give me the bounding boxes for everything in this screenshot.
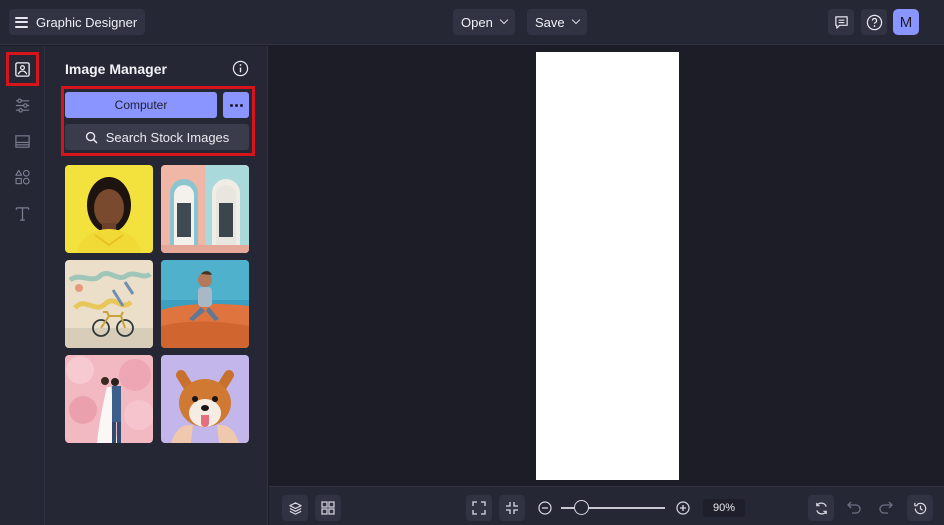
actual-size-button[interactable]	[499, 495, 525, 521]
chevron-down-icon	[499, 15, 509, 25]
man-desert-image	[161, 260, 249, 348]
bicycle-mural-image	[65, 260, 153, 348]
layers-icon	[288, 501, 302, 515]
shiba-dog-image	[161, 355, 249, 443]
more-icon	[229, 103, 243, 107]
top-bar: Graphic Designer Open Save M	[0, 0, 944, 45]
thumb-shiba-dog[interactable]	[161, 355, 249, 443]
rail-item-background[interactable]	[6, 124, 39, 158]
layers-button[interactable]	[282, 495, 308, 521]
hamburger-icon	[15, 16, 28, 28]
save-label: Save	[535, 14, 565, 30]
panel-title: Image Manager	[65, 61, 167, 77]
search-stock-images-button[interactable]: Search Stock Images	[65, 124, 249, 150]
rail-item-images[interactable]	[6, 52, 39, 86]
sliders-icon	[15, 98, 30, 112]
compress-icon	[506, 502, 518, 514]
thumb-man-desert[interactable]	[161, 260, 249, 348]
grid-button[interactable]	[315, 495, 341, 521]
open-button[interactable]: Open	[453, 9, 515, 35]
comments-button[interactable]	[828, 9, 854, 35]
image-manager-panel: Image Manager Computer Search Stock Imag…	[45, 46, 268, 525]
zoom-out-icon[interactable]	[538, 501, 552, 515]
artboard[interactable]	[536, 52, 679, 480]
comment-icon	[834, 15, 848, 29]
save-button[interactable]: Save	[527, 9, 587, 35]
redo-icon[interactable]	[878, 500, 894, 514]
rail-item-graphics[interactable]	[6, 160, 39, 194]
app-menu-button[interactable]: Graphic Designer	[9, 9, 146, 35]
rail-item-text[interactable]	[6, 196, 39, 230]
history-button[interactable]	[907, 495, 933, 521]
refresh-icon	[815, 501, 827, 515]
image-icon	[15, 61, 30, 77]
refresh-button[interactable]	[808, 495, 834, 521]
bottom-toolbar: 90%	[269, 486, 944, 525]
computer-upload-button[interactable]: Computer	[65, 92, 217, 118]
zoom-in-icon[interactable]	[676, 501, 690, 515]
chevron-down-icon	[571, 15, 580, 25]
zoom-slider-handle[interactable]	[574, 500, 589, 515]
thumb-couple-blossoms[interactable]	[65, 355, 153, 443]
canvas-area[interactable]	[269, 46, 944, 486]
rail-item-adjustments[interactable]	[6, 88, 39, 122]
thumb-portrait-woman[interactable]	[65, 165, 153, 253]
grid-icon	[321, 501, 335, 515]
pink-doors-image	[161, 165, 249, 253]
user-avatar[interactable]: M	[893, 9, 919, 35]
text-icon	[15, 206, 30, 221]
help-icon	[866, 14, 882, 30]
portrait-woman-image	[65, 165, 153, 253]
avatar-initial: M	[899, 13, 913, 31]
fit-to-screen-button[interactable]	[466, 495, 492, 521]
history-icon	[913, 502, 926, 514]
search-icon	[85, 131, 98, 143]
shapes-icon	[15, 169, 30, 184]
app-title: Graphic Designer	[36, 14, 138, 30]
more-options-button[interactable]	[223, 92, 249, 118]
open-label: Open	[461, 14, 493, 30]
tool-rail	[0, 46, 45, 525]
expand-icon	[472, 501, 486, 515]
thumb-pink-doors[interactable]	[161, 165, 249, 253]
zoom-value[interactable]: 90%	[703, 499, 745, 517]
help-button[interactable]	[861, 9, 887, 35]
computer-label: Computer	[114, 98, 168, 112]
couple-blossoms-image	[65, 355, 153, 443]
info-icon[interactable]	[232, 60, 249, 77]
undo-icon[interactable]	[846, 500, 862, 514]
search-stock-label: Search Stock Images	[105, 129, 230, 145]
background-icon	[15, 134, 30, 148]
thumb-bicycle-mural[interactable]	[65, 260, 153, 348]
